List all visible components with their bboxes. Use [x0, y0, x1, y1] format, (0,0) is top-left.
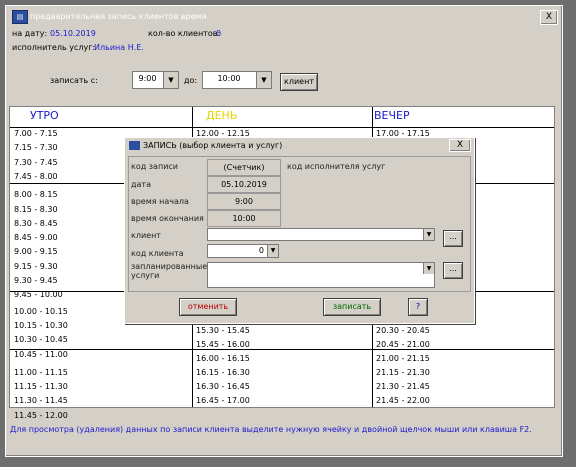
- date-value: 05.10.2019: [50, 29, 96, 38]
- chevron-down-icon[interactable]: ▼: [256, 72, 271, 88]
- time-slot[interactable]: 7.45 - 8.00: [14, 172, 58, 181]
- dialog-close-button[interactable]: X: [449, 139, 471, 152]
- chevron-down-icon[interactable]: ▼: [423, 229, 434, 240]
- column-evening: ВЕЧЕР: [374, 109, 410, 122]
- footer-hint: Для просмотра (удаления) данных по запис…: [10, 425, 532, 434]
- app-icon: ▤: [12, 10, 28, 24]
- services-combo[interactable]: ▼: [207, 262, 435, 288]
- chevron-down-icon[interactable]: ▼: [163, 72, 178, 88]
- dialog-icon: [129, 141, 140, 150]
- dialog-date-value: 05.10.2019: [221, 180, 267, 189]
- time-slot[interactable]: 15.30 - 15.45: [196, 326, 250, 335]
- time-slot[interactable]: 10.45 - 11.00: [14, 350, 68, 359]
- help-button[interactable]: ?: [408, 298, 428, 316]
- row-divider: [10, 349, 554, 350]
- client-label: клиент: [131, 231, 161, 240]
- date-label: на дату:: [12, 29, 48, 38]
- to-label: до:: [184, 76, 198, 85]
- end-value: 10:00: [232, 214, 256, 223]
- time-slot[interactable]: 11.15 - 11.30: [14, 382, 68, 391]
- row-divider: [10, 127, 554, 128]
- time-slot[interactable]: 10.30 - 10.45: [14, 335, 68, 344]
- time-slot[interactable]: 9.45 - 10.00: [14, 290, 63, 299]
- dialog-title: ЗАПИСЬ (выбор клиента и услуг): [143, 141, 283, 150]
- time-slot[interactable]: 21.00 - 21.15: [376, 354, 430, 363]
- time-slot[interactable]: 21.30 - 21.45: [376, 382, 430, 391]
- time-slot[interactable]: 9.30 - 9.45: [14, 276, 58, 285]
- from-time-value: 9:00: [138, 74, 157, 83]
- from-time-select[interactable]: 9:00 ▼: [132, 71, 179, 89]
- time-slot[interactable]: 11.00 - 11.15: [14, 368, 68, 377]
- time-slot[interactable]: 7.15 - 7.30: [14, 143, 58, 152]
- time-slot[interactable]: 16.30 - 16.45: [196, 382, 250, 391]
- client-combo[interactable]: ▼: [207, 228, 435, 241]
- cancel-button[interactable]: отменить: [179, 298, 237, 316]
- save-button[interactable]: записать: [323, 298, 381, 316]
- time-slot[interactable]: 16.15 - 16.30: [196, 368, 250, 377]
- code-value: (Счетчик): [223, 163, 265, 172]
- code-label: код записи: [131, 162, 178, 171]
- services-more-button[interactable]: ...: [443, 262, 463, 279]
- executor-code-label: код исполнителя услуг: [287, 162, 386, 171]
- dialog-date-label: дата: [131, 180, 151, 189]
- time-slot[interactable]: 20.45 - 21.00: [376, 340, 430, 349]
- to-time-value: 10:00: [217, 74, 241, 83]
- dialog-titlebar: ЗАПИСЬ (выбор клиента и услуг) X: [125, 138, 474, 154]
- start-value: 9:00: [235, 197, 253, 206]
- time-slot[interactable]: 16.00 - 16.15: [196, 354, 250, 363]
- time-slot[interactable]: 8.30 - 8.45: [14, 219, 58, 228]
- executor-label: исполнитель услуг:: [12, 43, 96, 52]
- client-code-label: код клиента: [131, 249, 184, 258]
- time-slot[interactable]: 10.00 - 10.15: [14, 307, 68, 316]
- services-label: запланированные услуги: [131, 262, 208, 280]
- client-button[interactable]: клиент: [280, 73, 318, 91]
- start-label: время начала: [131, 197, 189, 206]
- time-slot[interactable]: 21.45 - 22.00: [376, 396, 430, 405]
- chevron-down-icon[interactable]: ▼: [267, 245, 278, 257]
- time-slot[interactable]: 9.15 - 9.30: [14, 262, 58, 271]
- time-slot[interactable]: 11.30 - 11.45: [14, 396, 68, 405]
- time-slot[interactable]: 7.00 - 7.15: [14, 129, 58, 138]
- time-slot[interactable]: 9.00 - 9.15: [14, 247, 58, 256]
- time-slot[interactable]: 21.15 - 21.30: [376, 368, 430, 377]
- time-slot[interactable]: 7.30 - 7.45: [14, 158, 58, 167]
- time-slot[interactable]: 15.45 - 16.00: [196, 340, 250, 349]
- code-field: (Счетчик): [207, 159, 281, 176]
- executor-value: Ильина Н.Е.: [94, 43, 144, 52]
- window-title: предварительная запись клиентов время: [30, 12, 207, 21]
- close-button[interactable]: X: [540, 10, 558, 25]
- time-slot[interactable]: 11.45 - 12.00: [14, 411, 68, 420]
- client-code-combo[interactable]: 0 ▼: [207, 244, 279, 258]
- end-field: 10:00: [207, 210, 281, 227]
- client-more-button[interactable]: ...: [443, 230, 463, 247]
- time-slot[interactable]: 10.15 - 10.30: [14, 321, 68, 330]
- from-label: записать с:: [50, 76, 98, 85]
- client-code-value: 0: [258, 246, 264, 255]
- time-slot[interactable]: 8.15 - 8.30: [14, 205, 58, 214]
- time-slot[interactable]: 16.45 - 17.00: [196, 396, 250, 405]
- time-slot[interactable]: 8.00 - 8.15: [14, 190, 58, 199]
- dialog-date-field: 05.10.2019: [207, 176, 281, 193]
- column-day: ДЕНЬ: [206, 109, 238, 122]
- time-slot[interactable]: 20.30 - 20.45: [376, 326, 430, 335]
- booking-dialog: ЗАПИСЬ (выбор клиента и услуг) X код зап…: [124, 137, 475, 324]
- column-morning: УТРО: [30, 109, 59, 122]
- to-time-select[interactable]: 10:00 ▼: [202, 71, 272, 89]
- chevron-down-icon[interactable]: ▼: [423, 263, 434, 274]
- count-label: кол-во клиентов:: [148, 29, 221, 38]
- time-slot[interactable]: 8.45 - 9.00: [14, 233, 58, 242]
- start-field: 9:00: [207, 193, 281, 210]
- end-label: время окончания: [131, 214, 204, 223]
- count-value: 0: [216, 29, 222, 38]
